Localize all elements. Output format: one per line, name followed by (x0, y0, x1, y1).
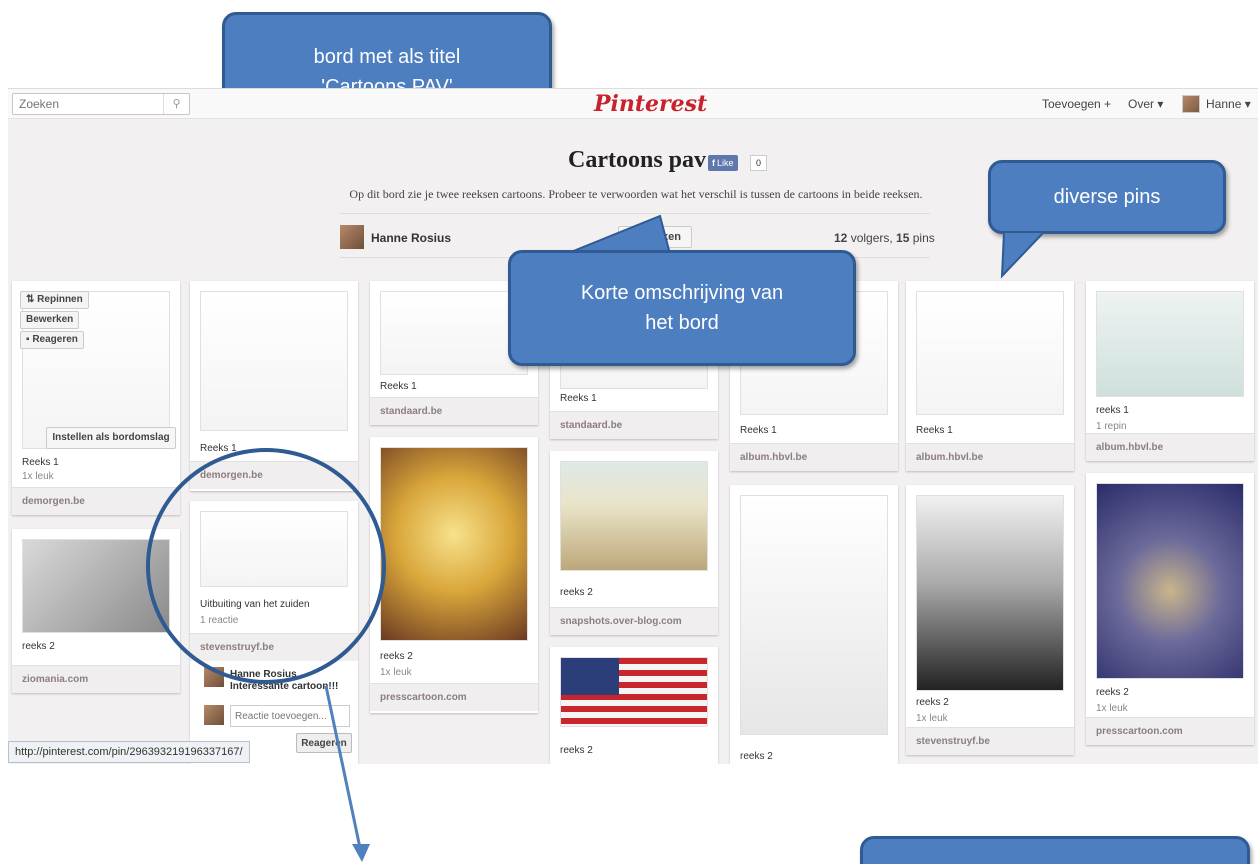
pin-caption: reeks 2 (1096, 687, 1129, 698)
add-menu[interactable]: Toevoegen + (1042, 97, 1111, 111)
pin-caption: reeks 2 (560, 745, 593, 756)
pin-likes: 1x leuk (1096, 703, 1128, 714)
pin-source[interactable]: album.hbvl.be (730, 443, 898, 471)
edit-pin-button[interactable]: Bewerken (20, 311, 80, 329)
pin-source[interactable]: ziomania.com (12, 665, 180, 693)
pin-image[interactable] (740, 495, 888, 735)
pin-card[interactable]: reeks 1 1 repin album.hbvl.be (1086, 281, 1254, 461)
callout-description: Korte omschrijving van het bord (508, 250, 856, 366)
callout-title-line1: bord met als titel (313, 46, 461, 68)
pin-card[interactable]: reeks 2 1x leuk presscartoon.com (370, 437, 538, 713)
pin-card[interactable]: reeks 2 (550, 647, 718, 764)
pin-image[interactable] (560, 657, 708, 727)
pin-caption: reeks 2 (740, 751, 773, 762)
comment-label: Reageren (32, 334, 78, 345)
board-title: Cartoons pav (568, 147, 707, 173)
followers-count: 12 (834, 231, 848, 245)
comment-icon: ▪ (26, 334, 30, 345)
pin-source[interactable]: snapshots.over-blog.com (550, 607, 718, 635)
search-box[interactable]: ⚲ (12, 93, 190, 115)
pin-caption: reeks 2 (380, 651, 413, 662)
pins-count: 15 (896, 231, 910, 245)
pin-image[interactable] (200, 291, 348, 431)
pin-caption: Reeks 1 (560, 393, 597, 404)
pinterest-logo[interactable]: Pinterest (594, 91, 707, 117)
pin-image[interactable] (560, 461, 708, 571)
pin-likes: 1x leuk (380, 667, 412, 678)
pin-source[interactable]: stevenstruyf.be (906, 727, 1074, 755)
pin-source[interactable]: presscartoon.com (1086, 717, 1254, 745)
callout-bottom-right (860, 836, 1250, 864)
about-menu[interactable]: Over ▾ (1128, 97, 1163, 111)
pin-image[interactable] (1096, 291, 1244, 397)
pin-image[interactable] (916, 495, 1064, 691)
pin-source[interactable]: presscartoon.com (370, 683, 538, 711)
followers-label: volgers, (847, 231, 897, 245)
callout-description-line2: het bord (645, 312, 719, 334)
owner-name[interactable]: Hanne Rosius (371, 231, 451, 245)
facebook-like-button[interactable]: f Like (708, 155, 738, 171)
comment-button[interactable]: ▪ Reageren (20, 331, 84, 349)
pin-card[interactable]: reeks 2 (730, 485, 898, 764)
facebook-like-label: Like (717, 158, 734, 168)
user-avatar[interactable] (1182, 95, 1200, 113)
pin-caption: reeks 2 (22, 641, 55, 652)
browser-status-bar: http://pinterest.com/pin/296393219196337… (8, 741, 250, 763)
user-menu[interactable]: Hanne ▾ (1206, 97, 1251, 111)
pin-source[interactable]: demorgen.be (12, 487, 180, 515)
pin-image[interactable] (916, 291, 1064, 415)
repin-icon: ⇅ (26, 294, 35, 305)
repin-label: Repinnen (37, 294, 83, 305)
callout-pins: diverse pins (988, 160, 1226, 234)
pin-caption: Reeks 1 (916, 425, 953, 436)
pin-repins: 1 repin (1096, 421, 1127, 432)
pin-caption: Reeks 1 (22, 457, 59, 468)
pin-source[interactable]: standaard.be (550, 411, 718, 439)
pin-caption: reeks 2 (560, 587, 593, 598)
pin-image[interactable] (1096, 483, 1244, 679)
pin-card[interactable]: Reeks 1 album.hbvl.be (906, 281, 1074, 471)
callout-description-line1: Korte omschrijving van (580, 282, 784, 304)
pin-caption: reeks 1 (1096, 405, 1129, 416)
my-avatar (204, 705, 224, 725)
pin-card[interactable]: reeks 2 1x leuk presscartoon.com (1086, 473, 1254, 745)
pin-source[interactable]: album.hbvl.be (906, 443, 1074, 471)
facebook-like-count: 0 (750, 155, 768, 171)
highlight-circle (146, 448, 386, 684)
pins-label: pins (909, 231, 935, 245)
pin-source[interactable]: album.hbvl.be (1086, 433, 1254, 461)
board-description: Op dit bord zie je twee reeksen cartoons… (349, 187, 923, 201)
callout-pins-pointer (1000, 231, 1047, 279)
pin-likes: 1x leuk (22, 471, 54, 482)
pin-caption: reeks 2 (916, 697, 949, 708)
top-navigation-bar: ⚲ Pinterest Toevoegen + Over ▾ Hanne ▾ (8, 89, 1258, 119)
callout-pins-text: diverse pins (1053, 185, 1161, 208)
pin-image[interactable] (380, 291, 528, 375)
down-arrow (324, 685, 370, 862)
pin-source[interactable]: standaard.be (370, 397, 538, 425)
magnifier-icon[interactable]: ⚲ (163, 94, 189, 114)
pin-caption: Reeks 1 (380, 381, 417, 392)
set-cover-button[interactable]: Instellen als bordomslag (46, 427, 176, 449)
pin-caption: Reeks 1 (740, 425, 777, 436)
owner-avatar[interactable] (340, 225, 364, 249)
search-input[interactable] (13, 94, 161, 114)
board-stats: 12 volgers, 15 pins (834, 231, 935, 245)
pin-image[interactable] (380, 447, 528, 641)
pin-card[interactable]: reeks 2 1x leuk stevenstruyf.be (906, 485, 1074, 755)
pin-card[interactable]: reeks 2 snapshots.over-blog.com (550, 451, 718, 635)
repin-button[interactable]: ⇅ Repinnen (20, 291, 89, 309)
facebook-f-icon: f (712, 158, 715, 168)
pin-likes: 1x leuk (916, 713, 948, 724)
